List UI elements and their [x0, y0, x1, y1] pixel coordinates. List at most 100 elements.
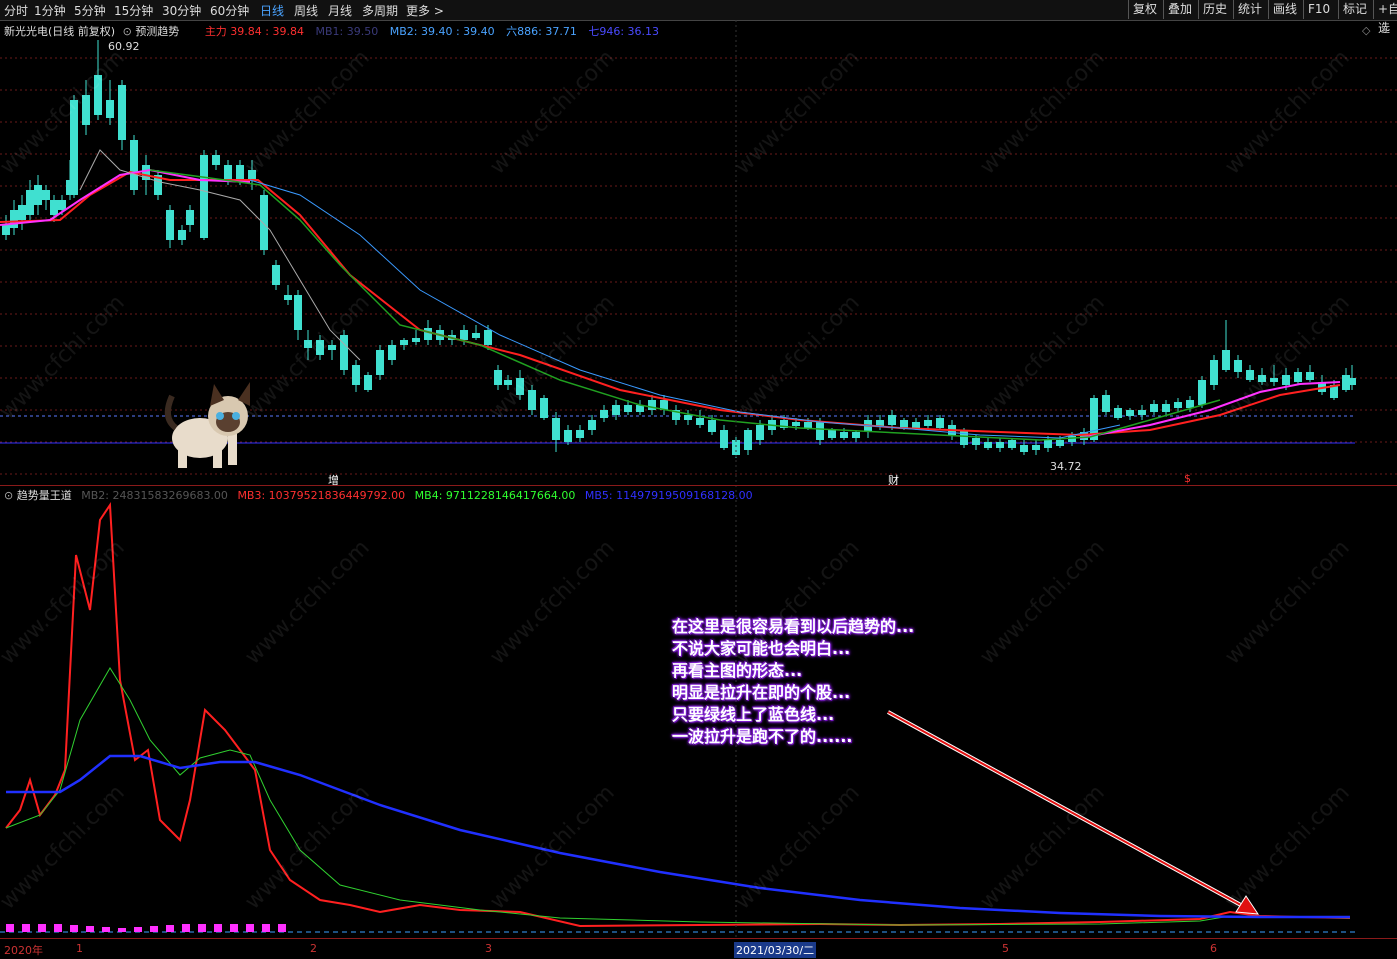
vol-bar — [22, 924, 30, 932]
candle-body — [484, 330, 492, 345]
legend-item-mb1: MB1: 39.50 — [315, 25, 379, 38]
candle-body — [1102, 395, 1110, 412]
candle-body — [576, 430, 584, 438]
event-marker-dollar[interactable]: $ — [1184, 472, 1191, 485]
sub-legend: ⊙ 趋势量王道 MB2: 24831583269683.00 MB3: 1037… — [4, 487, 753, 503]
candle-body — [912, 422, 920, 428]
candle-body — [600, 410, 608, 418]
candle-body — [1294, 372, 1302, 382]
vol-bar — [246, 924, 254, 932]
candle-body — [472, 333, 480, 338]
candle-body — [552, 418, 560, 440]
candle-body — [130, 140, 138, 190]
candle-body — [936, 418, 944, 428]
axis-label: 5 — [1002, 942, 1009, 955]
axis-label: 1 — [76, 942, 83, 955]
ma-line-green — [149, 169, 1221, 441]
candle-body — [1210, 360, 1218, 385]
candle-body — [840, 432, 848, 438]
legend-item-mb4-vol: MB4: 9711228146417664.00 — [414, 489, 576, 502]
vol-bar — [38, 924, 46, 932]
candle-body — [460, 330, 468, 340]
low-price-label: 34.72 — [1050, 460, 1082, 473]
vol-bar — [150, 926, 158, 932]
candle-body — [1174, 402, 1182, 408]
candle-body — [1020, 445, 1028, 452]
candle-body — [34, 185, 42, 205]
candle-body — [708, 420, 716, 432]
candle-body — [588, 420, 596, 430]
candle-body — [1222, 350, 1230, 370]
candle-body — [888, 415, 896, 425]
candle-body — [260, 195, 268, 250]
candle-body — [26, 190, 34, 215]
candle-body — [720, 430, 728, 448]
candle-body — [1234, 360, 1242, 372]
chevron-down-icon[interactable]: ⊙ — [123, 25, 132, 38]
vol-bar — [118, 928, 126, 932]
candle-body — [1186, 400, 1194, 408]
candle-body — [1150, 404, 1158, 412]
pane-divider[interactable] — [0, 485, 1397, 486]
candle-body — [852, 432, 860, 438]
candle-body — [696, 418, 704, 425]
annotation-line: 只要绿线上了蓝色线... — [672, 705, 835, 724]
candle-body — [294, 295, 302, 330]
legend-item-mb2: MB2: 39.40 : 39.40 — [389, 25, 495, 38]
vol-bar — [278, 924, 286, 932]
candle-body — [996, 442, 1004, 448]
candle-body — [684, 415, 692, 420]
candle-body — [1198, 380, 1206, 405]
candle-body — [186, 210, 194, 225]
vol-bar — [198, 924, 206, 932]
candle-body — [972, 438, 980, 445]
vol-bar — [182, 924, 190, 932]
chevron-down-icon[interactable]: ⊙ — [4, 489, 13, 502]
legend-item-line6: 六886: 37.71 — [506, 25, 577, 38]
candle-body — [224, 165, 232, 180]
vol-bar — [6, 924, 14, 932]
vol-bar — [70, 925, 78, 932]
candle-body — [900, 420, 908, 428]
axis-label: 3 — [485, 942, 492, 955]
close-icon[interactable]: ✕ — [1380, 24, 1389, 37]
legend-item-line7: 七946: 36.13 — [588, 25, 660, 38]
candle-body — [178, 230, 186, 240]
candle-body — [1044, 440, 1052, 448]
candle-body — [1114, 408, 1122, 418]
diamond-icon[interactable]: ◇ — [1362, 24, 1370, 37]
candle-body — [272, 265, 280, 285]
candle-body — [984, 442, 992, 448]
candle-body — [1008, 440, 1016, 448]
vol-bar — [134, 927, 142, 932]
candle-body — [352, 365, 360, 385]
vol-bar — [214, 924, 222, 932]
vol-bar — [230, 924, 238, 932]
legend-item-mb5-vol: MB5: 11497919509168128.00 — [584, 489, 753, 502]
candle-body — [166, 210, 174, 240]
candle-body — [564, 430, 572, 442]
annotation-line: 一波拉升是跑不了的...... — [672, 727, 853, 746]
candle-body — [494, 370, 502, 385]
annotation-note: 在这里是很容易看到以后趋势的... 不说大家可能也会明白... 再看主图的形态.… — [672, 616, 914, 748]
date-axis: 2020年 1 2 3 2021/03/30/二 5 6 — [0, 938, 1397, 959]
candle-body — [540, 398, 548, 418]
candle-body — [50, 200, 58, 215]
candle-body — [924, 420, 932, 426]
indicator-name[interactable]: 预测趋势 — [135, 25, 179, 38]
candle-body — [1032, 445, 1040, 450]
candle-body — [364, 375, 372, 390]
annotation-line: 不说大家可能也会明白... — [672, 639, 851, 658]
cat-sticker — [164, 382, 250, 468]
candle-body — [744, 430, 752, 450]
candle-body — [424, 328, 432, 340]
sub-indicator-name[interactable]: 趋势量王道 — [17, 489, 72, 502]
axis-label: 2020年 — [4, 944, 43, 957]
legend-item-mb2-vol: MB2: 24831583269683.00 — [81, 489, 228, 502]
candle-body — [200, 155, 208, 238]
candle-body — [284, 295, 292, 300]
candle-body — [2, 225, 10, 235]
candle-body — [804, 422, 812, 428]
candle-body — [376, 350, 384, 375]
candle-body — [1126, 410, 1134, 416]
